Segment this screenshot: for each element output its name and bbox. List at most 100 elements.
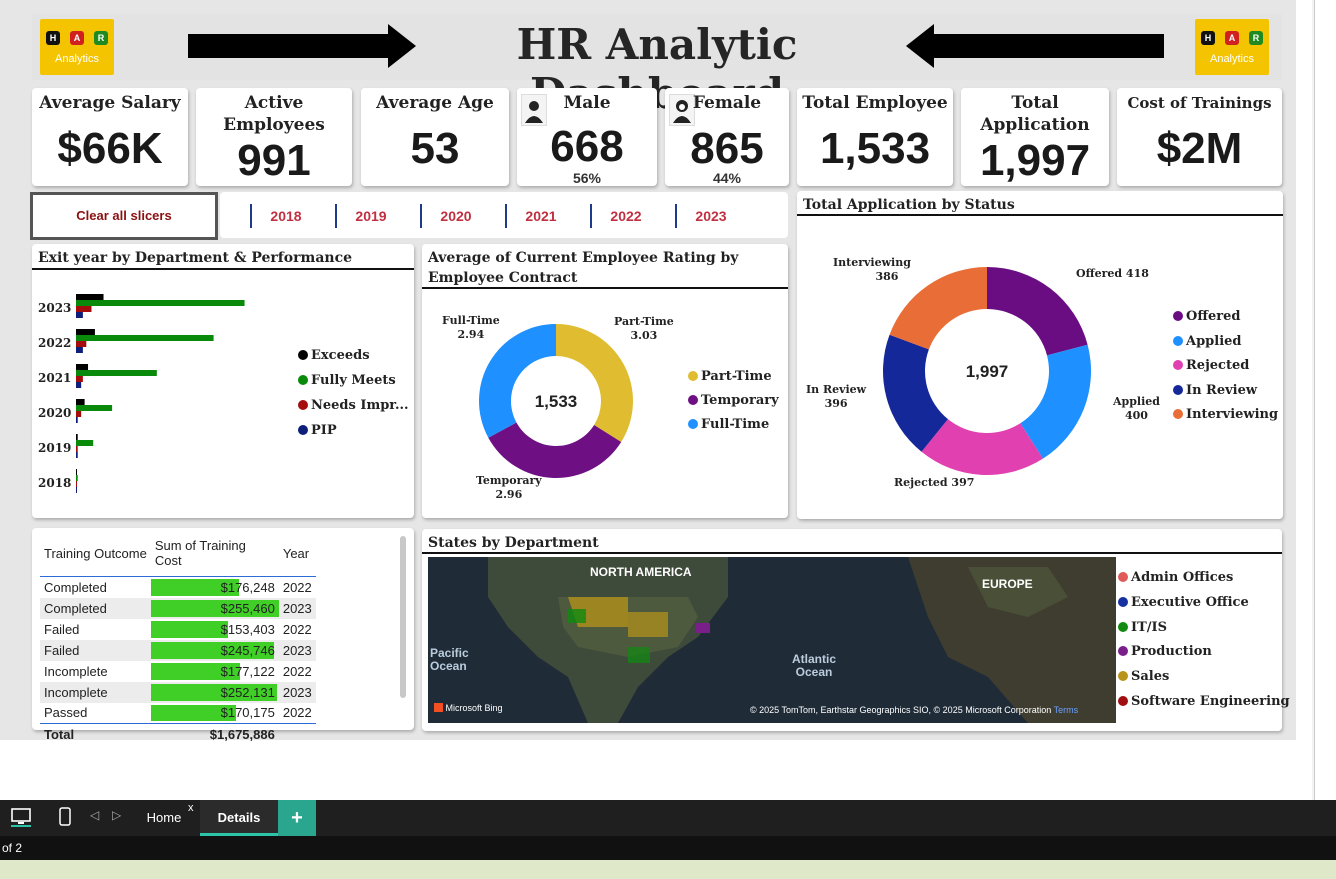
kpi-female: Female 865 44% [665, 88, 789, 186]
slice-offered[interactable] [987, 267, 1088, 356]
bar-exceeds[interactable] [76, 399, 85, 405]
legend-item[interactable]: Production [1118, 644, 1212, 659]
bar-pip[interactable] [76, 452, 78, 458]
bar-pip[interactable] [76, 347, 83, 353]
year-slicer-item[interactable]: 2020 [420, 204, 490, 228]
bar-needs-impr-[interactable] [76, 376, 83, 382]
logo-label: Analytics [1209, 53, 1255, 65]
tab-details[interactable]: Details [200, 800, 278, 836]
close-tab-icon[interactable]: x [188, 802, 194, 814]
bar-fully-meets[interactable] [76, 440, 94, 446]
bar-fully-meets[interactable] [76, 405, 113, 411]
legend-item[interactable]: Exceeds [298, 348, 370, 363]
table-scrollbar[interactable] [400, 536, 406, 698]
bar-fully-meets[interactable] [76, 370, 157, 376]
terms-link[interactable]: Terms [1054, 705, 1079, 715]
table-row[interactable]: Completed $176,248 2022 [40, 577, 316, 598]
application-status-donut-chart[interactable]: 1,997 [797, 191, 1283, 519]
table-row[interactable]: Completed $255,460 2023 [40, 597, 316, 619]
slice-temporary[interactable] [488, 422, 622, 478]
column-header[interactable]: Training Outcome [40, 534, 151, 577]
legend-swatch [1118, 572, 1128, 582]
bar-pip[interactable] [76, 487, 77, 493]
legend-item[interactable]: Rejected [1173, 358, 1249, 373]
table-row[interactable]: Passed $170,175 2022 [40, 703, 316, 724]
map-label-north-america: NORTH AMERICA [590, 565, 692, 579]
legend-item[interactable]: Interviewing [1173, 407, 1278, 422]
filters-pane-collapsed[interactable] [1314, 0, 1336, 800]
legend-item[interactable]: PIP [298, 423, 337, 438]
bar-fully-meets[interactable] [76, 475, 78, 481]
table-row[interactable]: Incomplete $252,131 2023 [40, 681, 316, 703]
bar-needs-impr-[interactable] [76, 481, 77, 487]
legend-label: In Review [1186, 382, 1258, 398]
bar-fully-meets[interactable] [76, 300, 245, 306]
legend-item[interactable]: Sales [1118, 669, 1169, 684]
legend-item[interactable]: Applied [1173, 334, 1242, 349]
arrow-left-right [928, 34, 1164, 58]
legend-item[interactable]: Temporary [688, 393, 779, 408]
training-table: Training Outcome Sum of Training Cost Ye… [40, 534, 316, 745]
legend-label: Interviewing [1186, 407, 1279, 422]
bar-pip[interactable] [76, 382, 82, 388]
legend-item[interactable]: Full-Time [688, 417, 769, 432]
legend-label: Admin Offices [1131, 570, 1234, 585]
exit-year-bar-chart[interactable]: 2023 2022 2021 2020 2019 2018 [32, 274, 292, 504]
legend-swatch [688, 419, 698, 429]
prev-page-icon[interactable]: ◁ [90, 808, 99, 822]
table-row[interactable]: Failed $153,403 2022 [40, 619, 316, 640]
bar-exceeds[interactable] [76, 434, 78, 440]
legend-item[interactable]: Admin Offices [1118, 570, 1233, 585]
legend-item[interactable]: Software Engineering [1118, 694, 1290, 709]
table-row[interactable]: Failed $245,746 2023 [40, 639, 316, 661]
desktop-view-icon[interactable] [10, 807, 32, 827]
column-header[interactable]: Sum of Training Cost [150, 534, 279, 577]
legend-item[interactable]: Offered [1173, 309, 1240, 324]
bar-pip[interactable] [76, 312, 83, 318]
legend-item[interactable]: IT/IS [1118, 620, 1167, 635]
logo-letter-a: A [70, 31, 84, 45]
chart-title: States by Department [428, 535, 599, 551]
legend-label: Applied [1186, 333, 1242, 349]
in-review-annotation: In Review 396 [806, 383, 867, 410]
add-page-button[interactable]: + [278, 800, 316, 836]
bar-exceeds[interactable] [76, 294, 104, 300]
kpi-value: 53 [410, 124, 460, 173]
map-label-atlantic: Atlantic Ocean [791, 652, 836, 679]
next-page-icon[interactable]: ▷ [112, 808, 121, 822]
table-row[interactable]: Incomplete $177,122 2022 [40, 661, 316, 682]
legend-item[interactable]: Executive Office [1118, 595, 1249, 610]
logo-letter-r: R [1249, 31, 1263, 45]
year-slicer-item[interactable]: 2021 [505, 204, 575, 228]
legend-label: Rejected [1186, 358, 1250, 373]
bar-exceeds[interactable] [76, 364, 89, 370]
kpi-value: 1,997 [979, 136, 1091, 185]
fulltime-annotation: Full-Time 2.94 [442, 314, 500, 341]
legend-item[interactable]: Part-Time [688, 369, 772, 384]
legend-item[interactable]: Needs Impr... [298, 398, 409, 413]
kpi-label: Active Employees [223, 93, 325, 135]
year-slicer-item[interactable]: 2022 [590, 204, 660, 228]
legend-item[interactable]: In Review [1173, 383, 1257, 398]
clear-all-slicers-button[interactable]: Clear all slicers [30, 192, 218, 240]
legend-label: Software Engineering [1131, 694, 1290, 709]
year-slicer-item[interactable]: 2018 [250, 204, 320, 228]
states-map[interactable]: NORTH AMERICA EUROPE Pacific Ocean Atlan… [428, 557, 1116, 723]
legend-item[interactable]: Fully Meets [298, 373, 396, 388]
bar-exceeds[interactable] [76, 329, 95, 335]
column-header[interactable]: Year [278, 534, 316, 577]
map-label-europe: EUROPE [982, 577, 1033, 591]
bar-needs-impr-[interactable] [76, 411, 82, 417]
hr-logo-left: H A R Analytics [40, 19, 114, 75]
bar-needs-impr-[interactable] [76, 446, 78, 452]
bar-needs-impr-[interactable] [76, 306, 92, 312]
bar-needs-impr-[interactable] [76, 341, 87, 347]
states-map-card: States by Department NORTH AMERICA EUROP… [422, 529, 1290, 731]
year-slicer-item[interactable]: 2023 [675, 204, 745, 228]
bar-fully-meets[interactable] [76, 335, 214, 341]
bar-exceeds[interactable] [76, 469, 77, 475]
bar-pip[interactable] [76, 417, 78, 423]
year-slicer-item[interactable]: 2019 [335, 204, 405, 228]
kpi-value: 668 [550, 122, 624, 171]
mobile-view-icon[interactable] [58, 806, 72, 828]
